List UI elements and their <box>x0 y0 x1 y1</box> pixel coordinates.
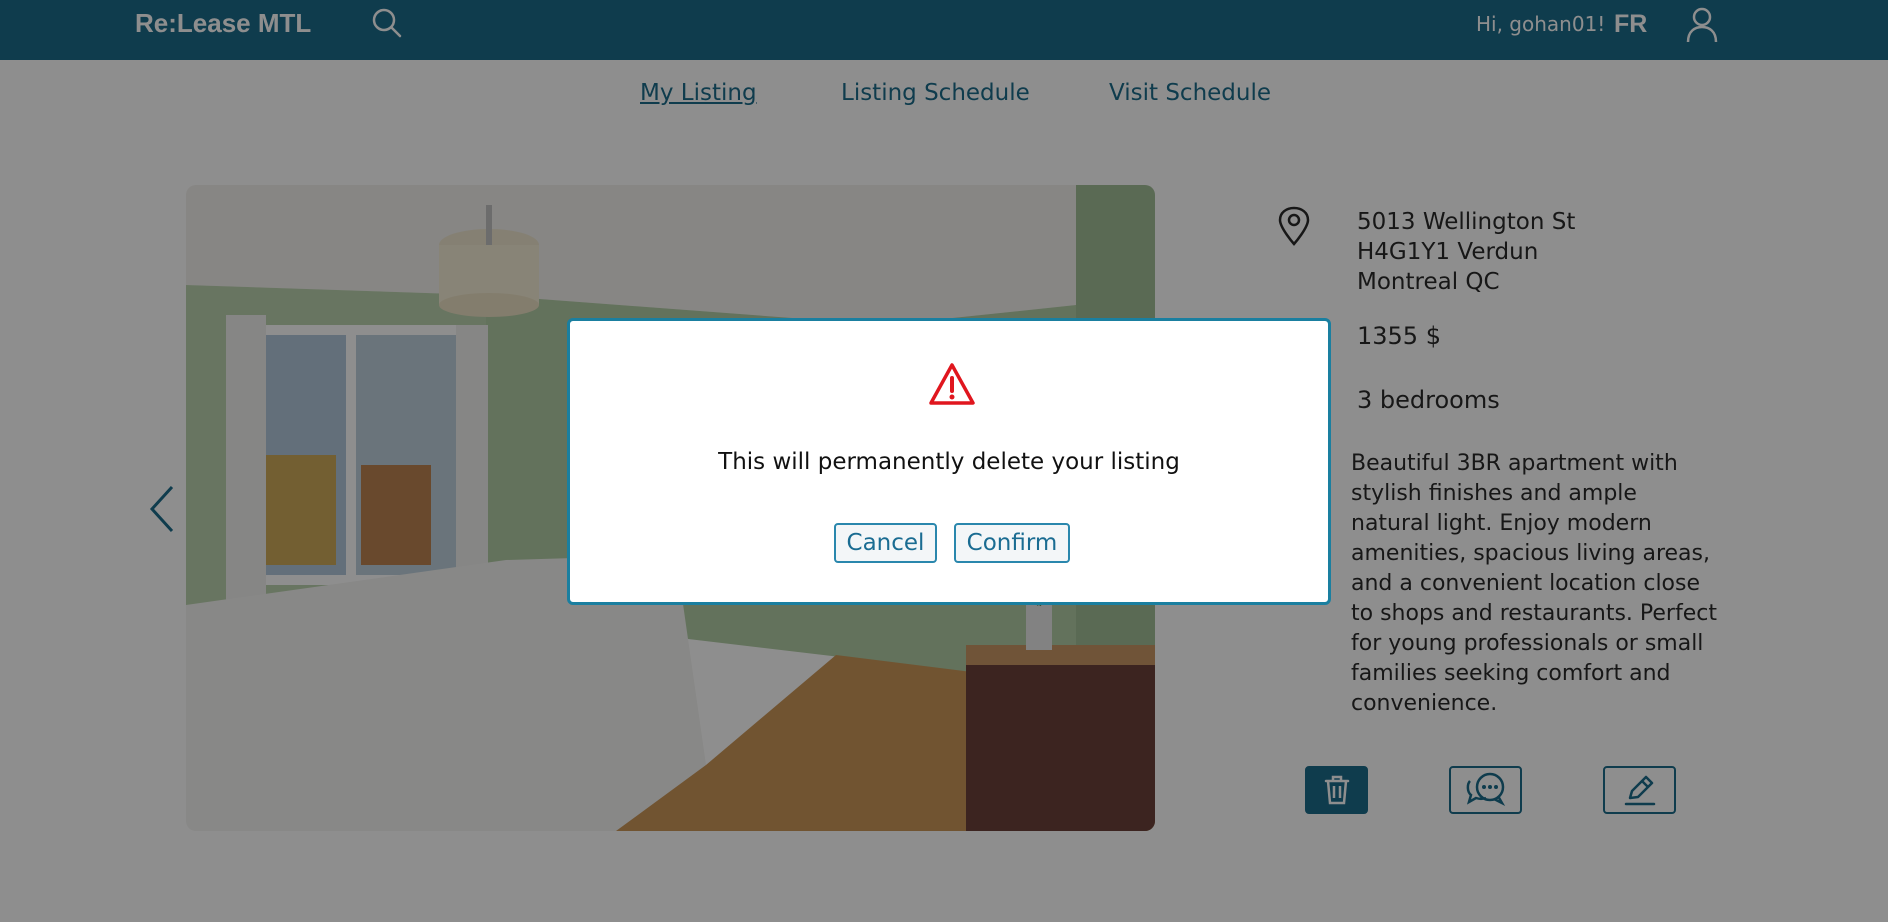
confirm-button[interactable]: Confirm <box>954 523 1070 563</box>
warning-icon <box>928 361 976 407</box>
delete-confirm-dialog: This will permanently delete your listin… <box>567 318 1331 605</box>
cancel-button[interactable]: Cancel <box>834 523 937 563</box>
dialog-message: This will permanently delete your listin… <box>718 449 1180 475</box>
